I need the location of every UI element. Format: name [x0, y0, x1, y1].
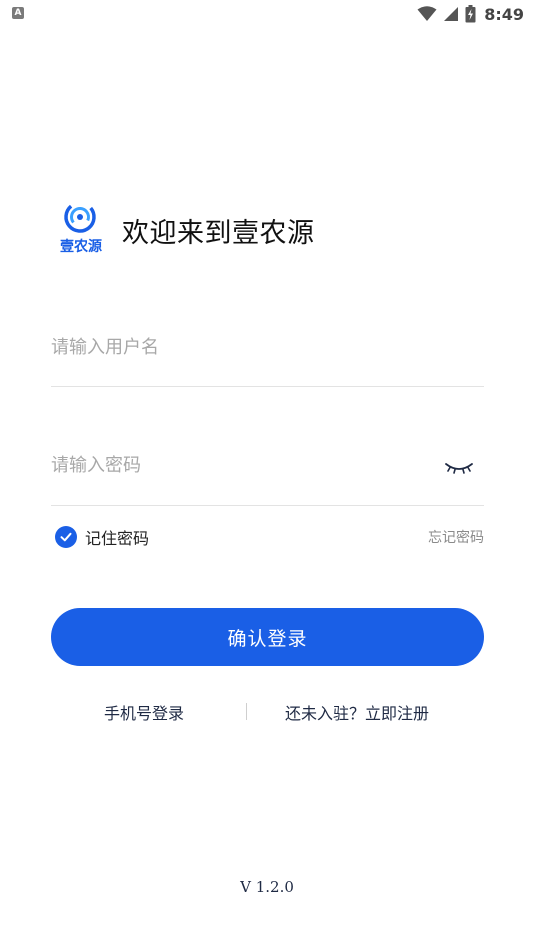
password-field-container [51, 448, 484, 506]
username-field-container [51, 330, 484, 387]
status-notification-badge: A [12, 7, 24, 19]
remember-password-toggle[interactable]: 记住密码 [55, 524, 149, 550]
signal-icon [444, 7, 459, 21]
username-input[interactable] [51, 330, 411, 366]
link-divider [246, 703, 247, 720]
remember-checkbox[interactable] [55, 526, 77, 548]
register-link[interactable]: 还未入驻？立即注册 [285, 700, 429, 724]
app-version: V 1.2.0 [240, 878, 294, 896]
status-right-group: 8:49 [417, 4, 524, 24]
remember-password-label: 记住密码 [85, 529, 150, 548]
logo-text: 壹农源 [60, 238, 102, 255]
app-logo: 壹农源 [56, 200, 106, 256]
status-time: 8:49 [484, 4, 524, 24]
welcome-title: 欢迎来到壹农源 [122, 218, 315, 249]
eye-closed-icon[interactable] [444, 458, 474, 478]
check-icon [60, 532, 72, 542]
wifi-icon [417, 6, 437, 21]
login-button[interactable]: 确认登录 [51, 608, 484, 666]
logo-swirl-icon: 壹农源 [60, 201, 102, 255]
forgot-password-link[interactable]: 忘记密码 [428, 527, 484, 547]
password-input[interactable] [51, 448, 411, 484]
status-bar: A 8:49 [0, 0, 534, 28]
battery-icon [465, 5, 476, 23]
phone-login-link[interactable]: 手机号登录 [104, 700, 184, 724]
